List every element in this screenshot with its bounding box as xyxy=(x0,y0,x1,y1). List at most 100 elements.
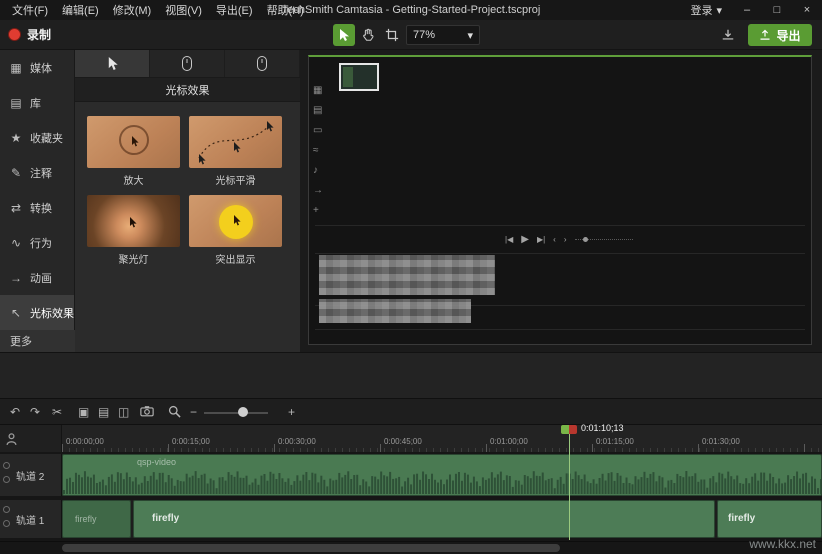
video-clip-firefly-3[interactable]: firefly xyxy=(717,500,822,538)
cursor-arrow-icon xyxy=(129,217,138,228)
effect-thumbnail xyxy=(189,116,282,168)
tab-mouse-click-right[interactable] xyxy=(225,50,300,77)
sidebar-item-annotations[interactable]: ✎ 注释 xyxy=(0,155,74,190)
clip-label: qsp-video xyxy=(137,457,176,467)
playhead-out-handle[interactable] xyxy=(569,425,577,434)
timeline-zoom-button[interactable] xyxy=(168,405,181,418)
sidebar-more-button[interactable]: 更多 xyxy=(0,330,75,352)
playhead-in-handle[interactable] xyxy=(561,425,569,434)
sidebar-item-animations[interactable]: → 动画 xyxy=(0,260,74,295)
download-icon xyxy=(721,28,735,42)
effects-grid: 放大 光标平滑 聚光灯 xyxy=(75,108,300,274)
export-button[interactable]: 导出 xyxy=(748,24,812,46)
sidebar-item-transitions[interactable]: ⇄ 转换 xyxy=(0,190,74,225)
cursor-path-icon xyxy=(189,116,282,168)
horizontal-scrollbar[interactable] xyxy=(0,541,822,554)
star-icon: ★ xyxy=(9,131,23,145)
title-bar: 文件(F) 编辑(E) 修改(M) 视图(V) 导出(E) 帮助(H) Tech… xyxy=(0,0,822,20)
video-clip-firefly-1[interactable]: firefly xyxy=(62,500,131,538)
track-hide-toggle[interactable] xyxy=(3,520,10,527)
download-button[interactable] xyxy=(716,24,740,46)
mini-skip-back-icon: |◀ xyxy=(505,235,513,244)
menu-view[interactable]: 视图(V) xyxy=(159,0,208,20)
menu-file[interactable]: 文件(F) xyxy=(6,0,54,20)
copy-button[interactable]: ▣ xyxy=(78,404,89,420)
recorded-ui-divider xyxy=(315,253,805,254)
tab-mouse-click-left[interactable] xyxy=(150,50,225,77)
playback-bar: |◀ ▶| ‹ › 01:10 / 03:04 30 fps ▦ 属性 xyxy=(0,352,822,398)
cursor-icon: ↖ xyxy=(9,306,23,320)
time-ruler[interactable]: 0:00:00;00 0:00:15;00 0:00:30;00 0:00:45… xyxy=(62,425,822,453)
timeline-zoom-out-button[interactable]: − xyxy=(190,404,197,420)
minimize-button[interactable]: – xyxy=(732,0,762,20)
preview-stage[interactable]: ▦ ▤ ▭ ≈ ♪ → + |◀ ▶ ▶| ‹ › xyxy=(308,55,812,345)
split-button[interactable]: ◫ xyxy=(118,404,129,420)
animations-icon: → xyxy=(9,271,23,285)
sidebar-item-cursor-effects[interactable]: ↖ 光标效果 xyxy=(0,295,74,330)
effect-thumbnail xyxy=(87,195,180,247)
track-lock-toggle[interactable] xyxy=(3,506,10,513)
blurred-watermark-block xyxy=(319,299,471,323)
effect-magnify[interactable]: 放大 xyxy=(87,116,180,187)
timeline-zoom-handle[interactable] xyxy=(238,407,248,417)
screenshot-button[interactable] xyxy=(140,405,154,417)
paste-button[interactable]: ▤ xyxy=(98,404,109,420)
canvas-area: ▦ ▤ ▭ ≈ ♪ → + |◀ ▶ ▶| ‹ › xyxy=(300,50,822,352)
menu-help[interactable]: 帮助(H) xyxy=(261,0,310,20)
sidebar-item-behaviors[interactable]: ∿ 行为 xyxy=(0,225,74,260)
track-1-header: 轨道 1 xyxy=(0,500,62,538)
login-button[interactable]: 登录 ▾ xyxy=(680,2,732,18)
playhead-marker[interactable] xyxy=(561,425,577,434)
record-dot-icon xyxy=(8,28,21,41)
sidebar-item-label: 库 xyxy=(30,95,41,111)
mini-audio-icon: ♪ xyxy=(313,165,323,176)
video-clip-firefly-2[interactable]: firefly xyxy=(133,500,715,538)
sidebar-item-label: 收藏夹 xyxy=(30,130,63,146)
crop-tool-button[interactable] xyxy=(381,24,403,46)
sidebar-item-favorites[interactable]: ★ 收藏夹 xyxy=(0,120,74,155)
cursor-arrow-icon xyxy=(106,56,119,71)
site-watermark: www.kkx.net xyxy=(749,537,816,551)
mini-transitions-icon: ≈ xyxy=(313,145,323,156)
menu-modify[interactable]: 修改(M) xyxy=(107,0,158,20)
close-button[interactable]: × xyxy=(792,0,822,20)
track-2-header: 轨道 2 xyxy=(0,454,62,496)
mini-more-icon: + xyxy=(313,205,323,216)
effect-label: 突出显示 xyxy=(189,251,282,266)
effect-highlight[interactable]: 突出显示 xyxy=(189,195,282,266)
menu-export[interactable]: 导出(E) xyxy=(210,0,259,20)
sidebar-item-label: 转换 xyxy=(30,200,52,216)
mini-library-icon: ▤ xyxy=(313,105,323,116)
cut-button[interactable]: ✂ xyxy=(52,404,62,420)
zoom-level-value: 77% xyxy=(413,29,435,41)
menu-edit[interactable]: 编辑(E) xyxy=(56,0,105,20)
export-arrow-icon xyxy=(759,29,771,41)
sidebar-item-label: 媒体 xyxy=(30,60,52,76)
scrollbar-thumb[interactable] xyxy=(62,544,560,552)
sidebar-item-library[interactable]: ▤ 库 xyxy=(0,85,74,120)
sidebar-item-media[interactable]: ▦ 媒体 xyxy=(0,50,74,85)
clip-thumbnail xyxy=(339,63,379,91)
track-hide-toggle[interactable] xyxy=(3,476,10,483)
annotation-icon: ✎ xyxy=(9,166,23,180)
record-button[interactable]: 录制 xyxy=(8,26,51,43)
playhead-line[interactable] xyxy=(569,434,570,540)
effect-spotlight[interactable]: 聚光灯 xyxy=(87,195,180,266)
redo-button[interactable]: ↷ xyxy=(30,404,40,420)
mini-skip-forward-icon: ▶| xyxy=(537,235,545,244)
pan-tool-button[interactable] xyxy=(357,24,379,46)
sidebar-more-label: 更多 xyxy=(10,333,32,349)
timeline-zoom-in-button[interactable]: + xyxy=(288,404,295,420)
effect-cursor-smoothing[interactable]: 光标平滑 xyxy=(189,116,282,187)
audio-clip-qsp-video[interactable]: qsp-video xyxy=(62,454,822,496)
tab-cursor-pointer[interactable] xyxy=(75,50,150,77)
ruler-corner xyxy=(0,425,62,453)
mini-annotations-icon: ▭ xyxy=(313,125,323,136)
recorded-ui-divider xyxy=(315,225,805,226)
maximize-button[interactable]: □ xyxy=(762,0,792,20)
zoom-level-dropdown[interactable]: 77% ▾ xyxy=(406,25,480,45)
select-tool-button[interactable] xyxy=(333,24,355,46)
undo-button[interactable]: ↶ xyxy=(10,404,20,420)
timeline-zoom-slider[interactable] xyxy=(204,412,268,414)
track-lock-toggle[interactable] xyxy=(3,462,10,469)
